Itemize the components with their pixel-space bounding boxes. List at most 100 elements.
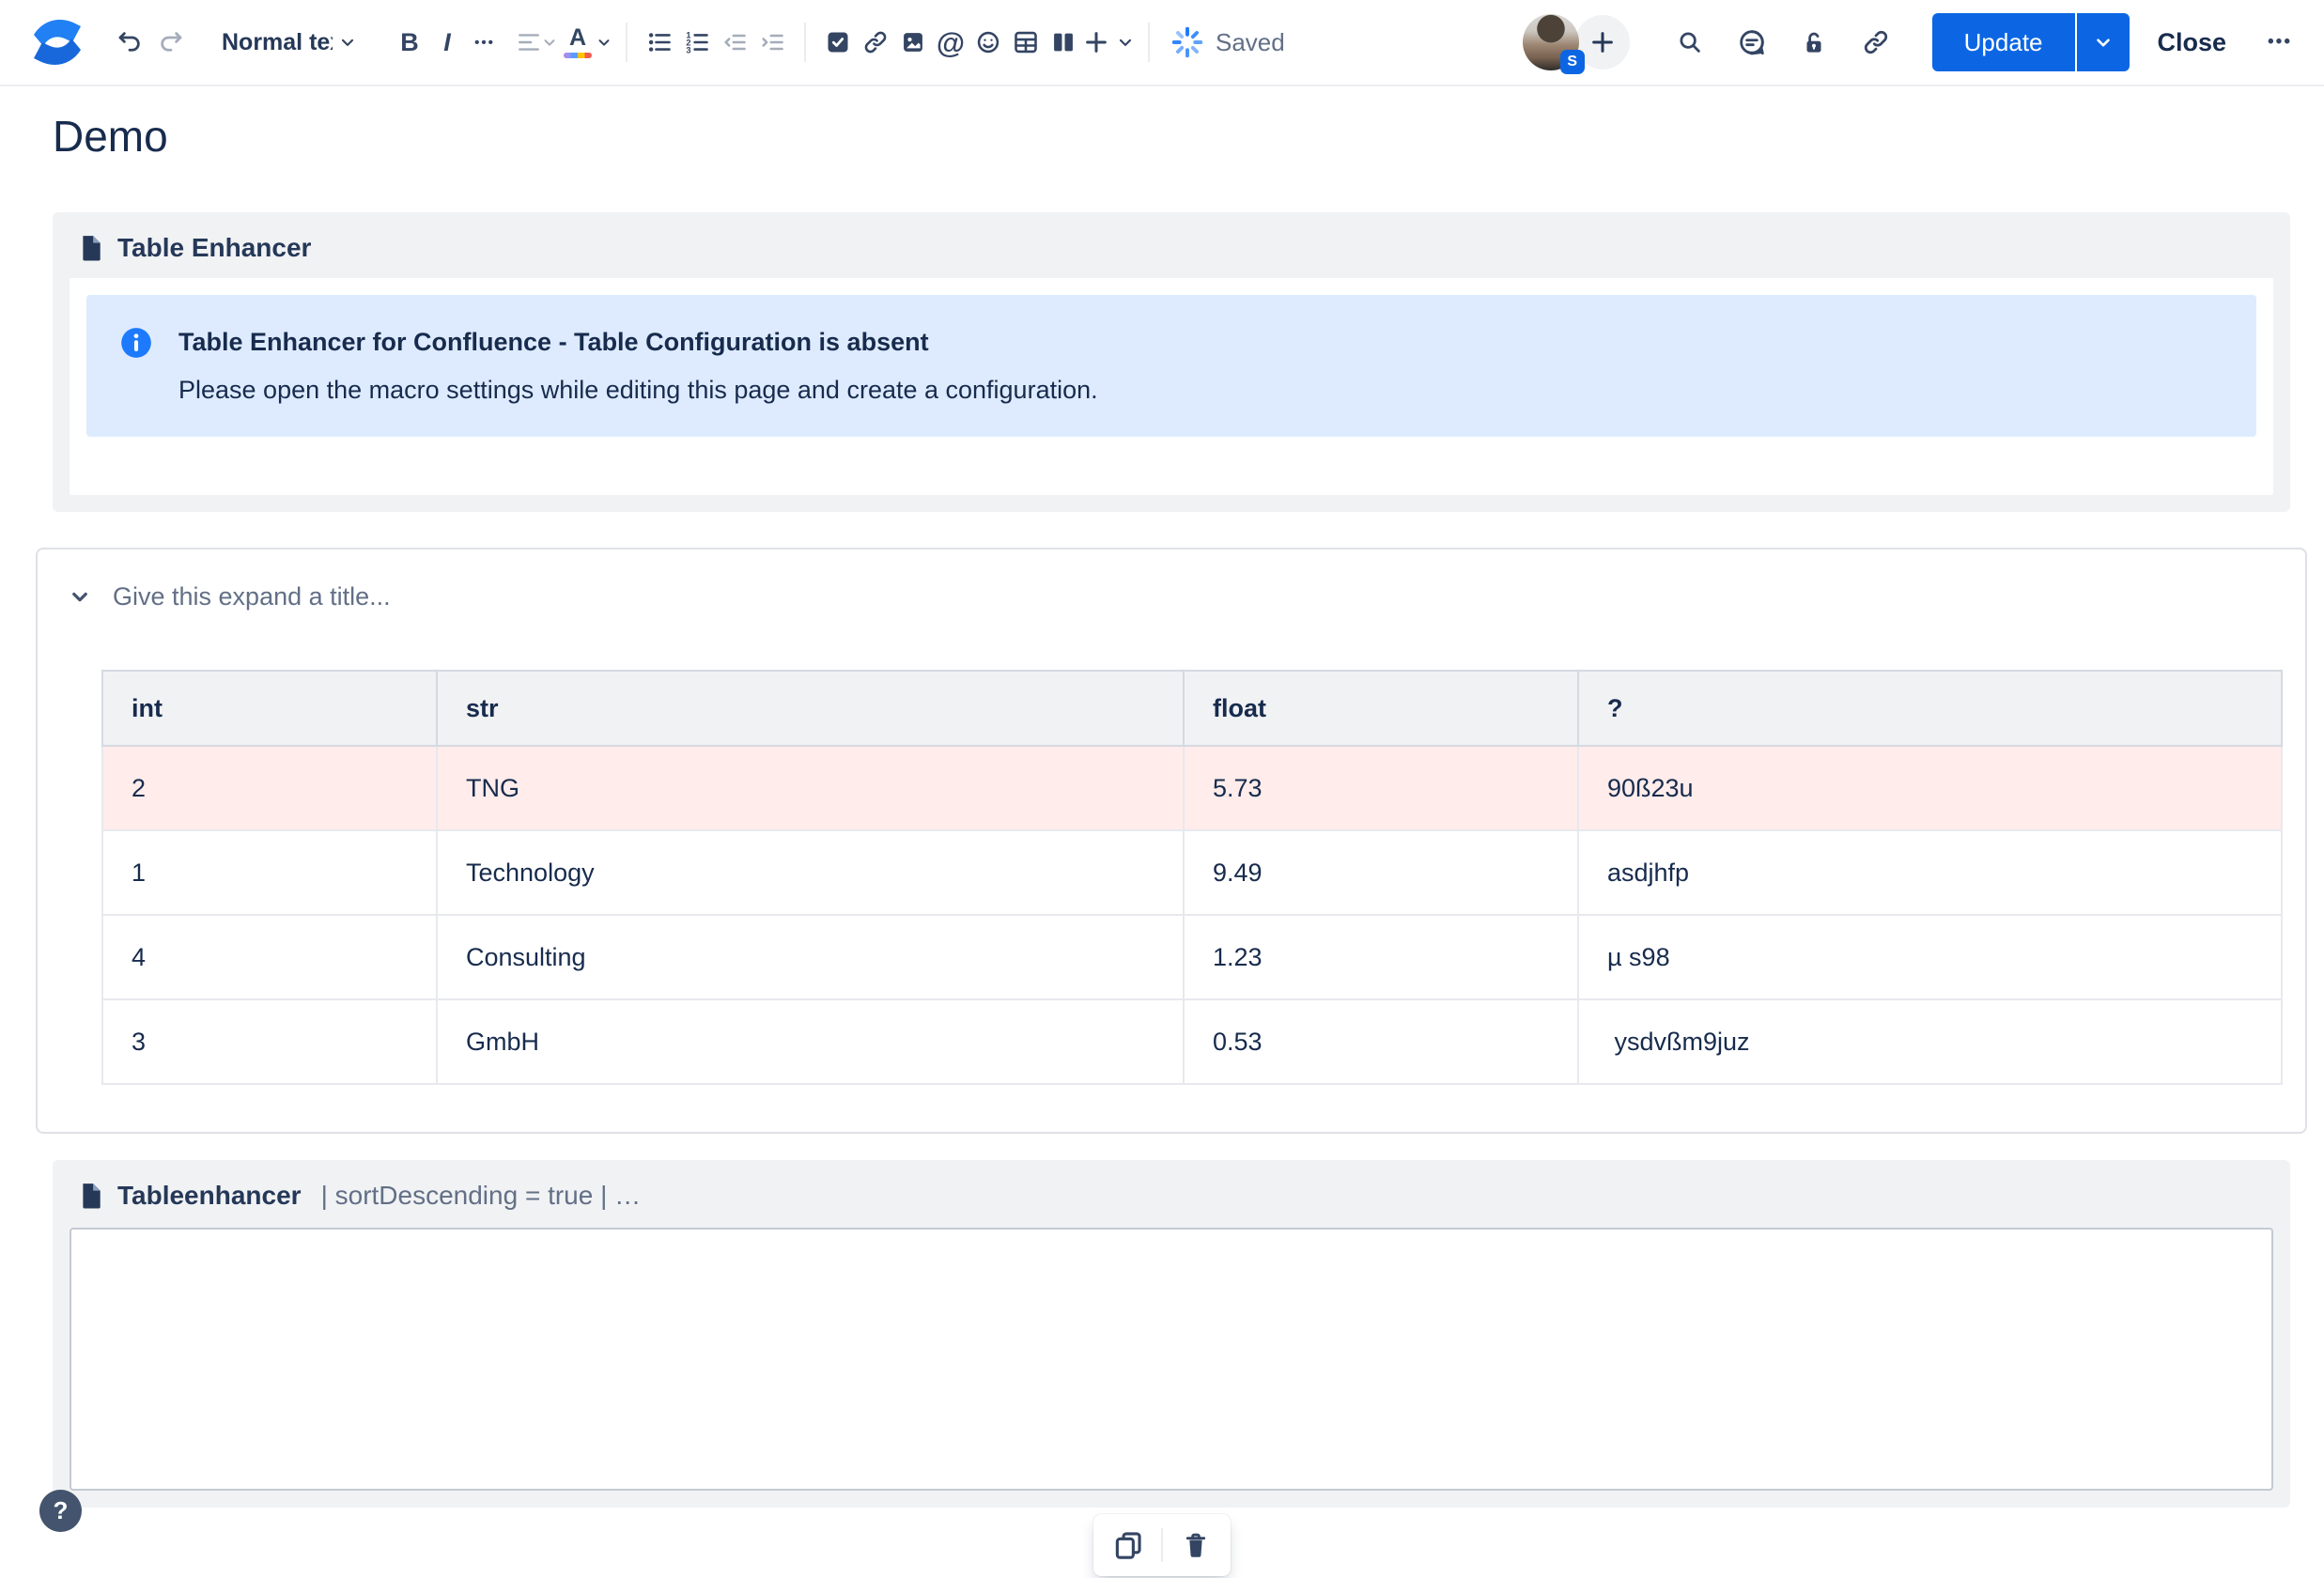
table-cell[interactable]: 1.23 <box>1183 914 1579 1001</box>
table-enhancer-macro[interactable]: Table Enhancer Table Enhancer for Conflu… <box>53 212 2290 513</box>
outdent-icon <box>721 29 748 55</box>
expand-header: Give this expand a title... <box>60 574 2283 619</box>
mention-icon: @ <box>936 25 966 59</box>
toolbar-divider <box>626 23 627 62</box>
table-cell[interactable]: 3 <box>101 998 438 1086</box>
table-cell[interactable]: 9.49 <box>1183 829 1579 917</box>
copy-icon <box>1112 1529 1144 1561</box>
comment-icon <box>1737 27 1767 57</box>
copy-node-button[interactable] <box>1107 1524 1150 1567</box>
table-cell[interactable]: 4 <box>101 914 438 1001</box>
numbered-list-icon: 123 <box>684 29 710 55</box>
alignment-dropdown[interactable] <box>517 22 558 63</box>
task-list-button[interactable] <box>819 22 857 63</box>
italic-button[interactable]: I <box>428 22 466 63</box>
align-icon <box>517 30 541 54</box>
emoji-icon <box>975 29 1001 55</box>
avatar-status-badge: S <box>1559 50 1585 74</box>
table-cell[interactable]: TNG <box>436 745 1185 832</box>
table-cell[interactable]: GmbH <box>436 998 1185 1086</box>
column-header[interactable]: ? <box>1577 670 2283 748</box>
more-formatting-button[interactable]: ••• <box>466 22 504 63</box>
chevron-down-icon <box>1116 33 1135 52</box>
redo-button[interactable] <box>152 22 190 63</box>
permissions-button[interactable] <box>1795 22 1833 63</box>
update-button[interactable]: Update <box>1931 13 2075 71</box>
table-cell[interactable]: µ s98 <box>1577 914 2283 1001</box>
more-actions-button[interactable]: ••• <box>2268 32 2292 53</box>
comments-button[interactable] <box>1733 22 1771 63</box>
avatar[interactable]: S <box>1522 14 1585 74</box>
insert-more-button[interactable] <box>1082 22 1135 63</box>
table-cell[interactable]: 90ß23u <box>1577 745 2283 832</box>
expand-title-input[interactable]: Give this expand a title... <box>113 582 391 611</box>
numbered-list-button[interactable]: 123 <box>678 22 716 63</box>
mention-button[interactable]: @ <box>932 22 969 63</box>
insert-link-button[interactable] <box>857 22 894 63</box>
help-button[interactable]: ? <box>39 1490 82 1532</box>
chevron-down-icon <box>66 582 94 611</box>
text-style-label: Normal text <box>222 28 333 55</box>
macro-title: Tableenhancer <box>117 1181 302 1211</box>
macro-body: Table Enhancer for Confluence - Table Co… <box>70 278 2273 496</box>
insert-table-button[interactable] <box>1007 22 1045 63</box>
svg-text:3: 3 <box>686 46 690 55</box>
info-icon <box>118 325 154 407</box>
link-icon <box>862 29 889 55</box>
chevron-down-icon <box>338 33 357 52</box>
table-cell[interactable]: 2 <box>101 745 438 832</box>
document-icon <box>79 235 103 261</box>
task-checkbox-icon <box>825 29 851 55</box>
copy-link-button[interactable] <box>1857 22 1895 63</box>
chevron-down-icon <box>596 34 612 51</box>
indent-button[interactable] <box>753 22 791 63</box>
emoji-button[interactable] <box>969 22 1007 63</box>
save-status: Saved <box>1216 27 1285 56</box>
undo-button[interactable] <box>111 22 148 63</box>
undo-icon <box>116 28 144 56</box>
macro-title: Table Enhancer <box>117 233 312 263</box>
unlock-icon <box>1800 28 1828 56</box>
update-options-button[interactable] <box>2074 13 2130 71</box>
macro-rich-text-body[interactable] <box>70 1228 2273 1492</box>
node-floating-toolbar <box>1093 1514 1231 1576</box>
info-panel: Table Enhancer for Confluence - Table Co… <box>86 295 2256 438</box>
table-cell[interactable]: Technology <box>436 829 1185 917</box>
bold-button[interactable]: B <box>391 22 428 63</box>
chevron-down-icon <box>541 34 558 51</box>
layouts-button[interactable] <box>1045 22 1082 63</box>
info-panel-body: Please open the macro settings while edi… <box>178 375 1098 404</box>
column-header[interactable]: str <box>436 670 1185 748</box>
indent-icon <box>759 29 785 55</box>
tableenhancer-macro-header[interactable]: Tableenhancer | sortDescending = true | … <box>70 1175 2273 1216</box>
text-color-dropdown[interactable]: A <box>564 22 612 63</box>
bullet-list-button[interactable] <box>641 22 678 63</box>
table-cell[interactable]: asdjhfp <box>1577 829 2283 917</box>
expand-toggle-button[interactable] <box>66 582 94 611</box>
toolbar-divider <box>1148 23 1150 62</box>
table-cell[interactable]: 1 <box>101 829 438 917</box>
table-cell[interactable]: ysdvßm9juz <box>1577 998 2283 1086</box>
document-icon <box>79 1183 103 1209</box>
table-row: 2 TNG 5.73 90ß23u <box>101 745 2283 832</box>
info-panel-heading: Table Enhancer for Confluence - Table Co… <box>178 328 929 357</box>
delete-node-button[interactable] <box>1174 1524 1217 1567</box>
insert-image-button[interactable] <box>894 22 932 63</box>
table-cell[interactable]: 0.53 <box>1183 998 1579 1086</box>
table-cell[interactable]: 5.73 <box>1183 745 1579 832</box>
update-split-button: Update <box>1931 13 2130 71</box>
search-button[interactable] <box>1671 22 1709 63</box>
tableenhancer-macro[interactable]: Tableenhancer | sortDescending = true | … <box>53 1160 2290 1508</box>
close-button[interactable]: Close <box>2158 28 2227 57</box>
column-header[interactable]: int <box>101 670 438 748</box>
text-style-dropdown[interactable]: Normal text <box>222 29 357 56</box>
table-row: 3 GmbH 0.53 ysdvßm9juz <box>101 998 2283 1086</box>
table-cell[interactable]: Consulting <box>436 914 1185 1001</box>
table-enhancer-macro-header[interactable]: Table Enhancer <box>70 227 2273 269</box>
page-title[interactable]: Demo <box>53 111 2307 162</box>
sync-spinner-icon <box>1170 25 1204 59</box>
editor-toolbar: Normal text B I ••• A <box>0 0 2324 86</box>
outdent-button[interactable] <box>716 22 753 63</box>
column-header[interactable]: float <box>1183 670 1579 748</box>
confluence-logo-icon <box>28 16 86 69</box>
